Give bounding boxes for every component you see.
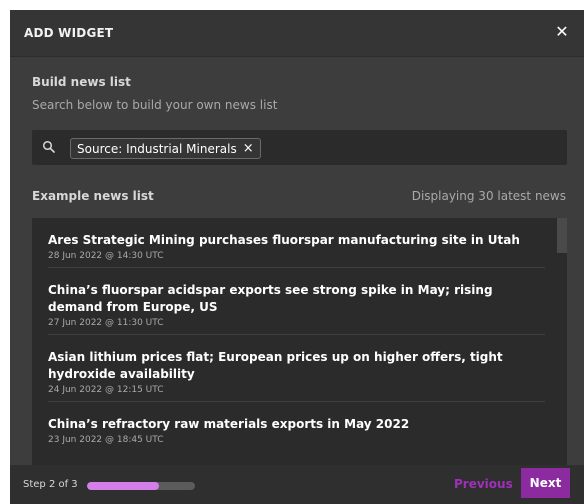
news-item[interactable]: Asian lithium prices flat; European pric… <box>48 335 545 402</box>
news-date: 23 Jun 2022 @ 18:45 UTC <box>48 435 164 445</box>
news-headline[interactable]: Asian lithium prices flat; European pric… <box>48 349 545 383</box>
news-headline[interactable]: Ares Strategic Mining purchases fluorspa… <box>48 232 545 249</box>
news-date: 24 Jun 2022 @ 12:15 UTC <box>48 385 164 395</box>
news-list-panel[interactable]: Ares Strategic Mining purchases fluorspa… <box>32 218 567 465</box>
news-item[interactable]: China’s refractory raw materials exports… <box>48 402 545 451</box>
example-news-list-title: Example news list <box>32 189 154 203</box>
news-date: 28 Jun 2022 @ 14:30 UTC <box>48 251 164 261</box>
dialog-footer: Step 2 of 3 Previous Next <box>10 465 584 504</box>
dialog-header: ADD WIDGET ✕ <box>10 10 584 57</box>
dialog-title: ADD WIDGET <box>24 26 114 40</box>
news-date: 27 Jun 2022 @ 11:30 UTC <box>48 318 164 328</box>
remove-filter-icon[interactable]: × <box>243 142 254 155</box>
close-icon[interactable]: ✕ <box>552 22 572 42</box>
next-button[interactable]: Next <box>521 468 570 498</box>
scrollbar-thumb[interactable] <box>557 218 567 253</box>
news-headline[interactable]: China’s fluorspar acidspar exports see s… <box>48 282 545 316</box>
add-widget-dialog: ADD WIDGET ✕ Build news list Search belo… <box>10 10 584 504</box>
previous-button[interactable]: Previous <box>454 477 513 491</box>
step-progress-bar <box>87 482 195 490</box>
build-news-list-subtitle: Search below to build your own news list <box>32 98 278 112</box>
news-list: Ares Strategic Mining purchases fluorspa… <box>48 218 545 451</box>
news-item[interactable]: China’s fluorspar acidspar exports see s… <box>48 268 545 335</box>
search-icon <box>42 140 55 153</box>
step-indicator: Step 2 of 3 <box>23 479 78 490</box>
news-headline[interactable]: China’s refractory raw materials exports… <box>48 416 545 433</box>
filter-chip-label: Source: Industrial Minerals <box>77 141 237 156</box>
search-input[interactable]: Source: Industrial Minerals × <box>32 130 567 165</box>
news-scrollbar[interactable] <box>557 218 567 465</box>
filter-chip: Source: Industrial Minerals × <box>70 138 261 159</box>
build-news-list-title: Build news list <box>32 75 131 89</box>
news-count-text: Displaying 30 latest news <box>411 189 566 203</box>
news-item[interactable]: Ares Strategic Mining purchases fluorspa… <box>48 218 545 268</box>
step-progress-fill <box>87 482 160 490</box>
